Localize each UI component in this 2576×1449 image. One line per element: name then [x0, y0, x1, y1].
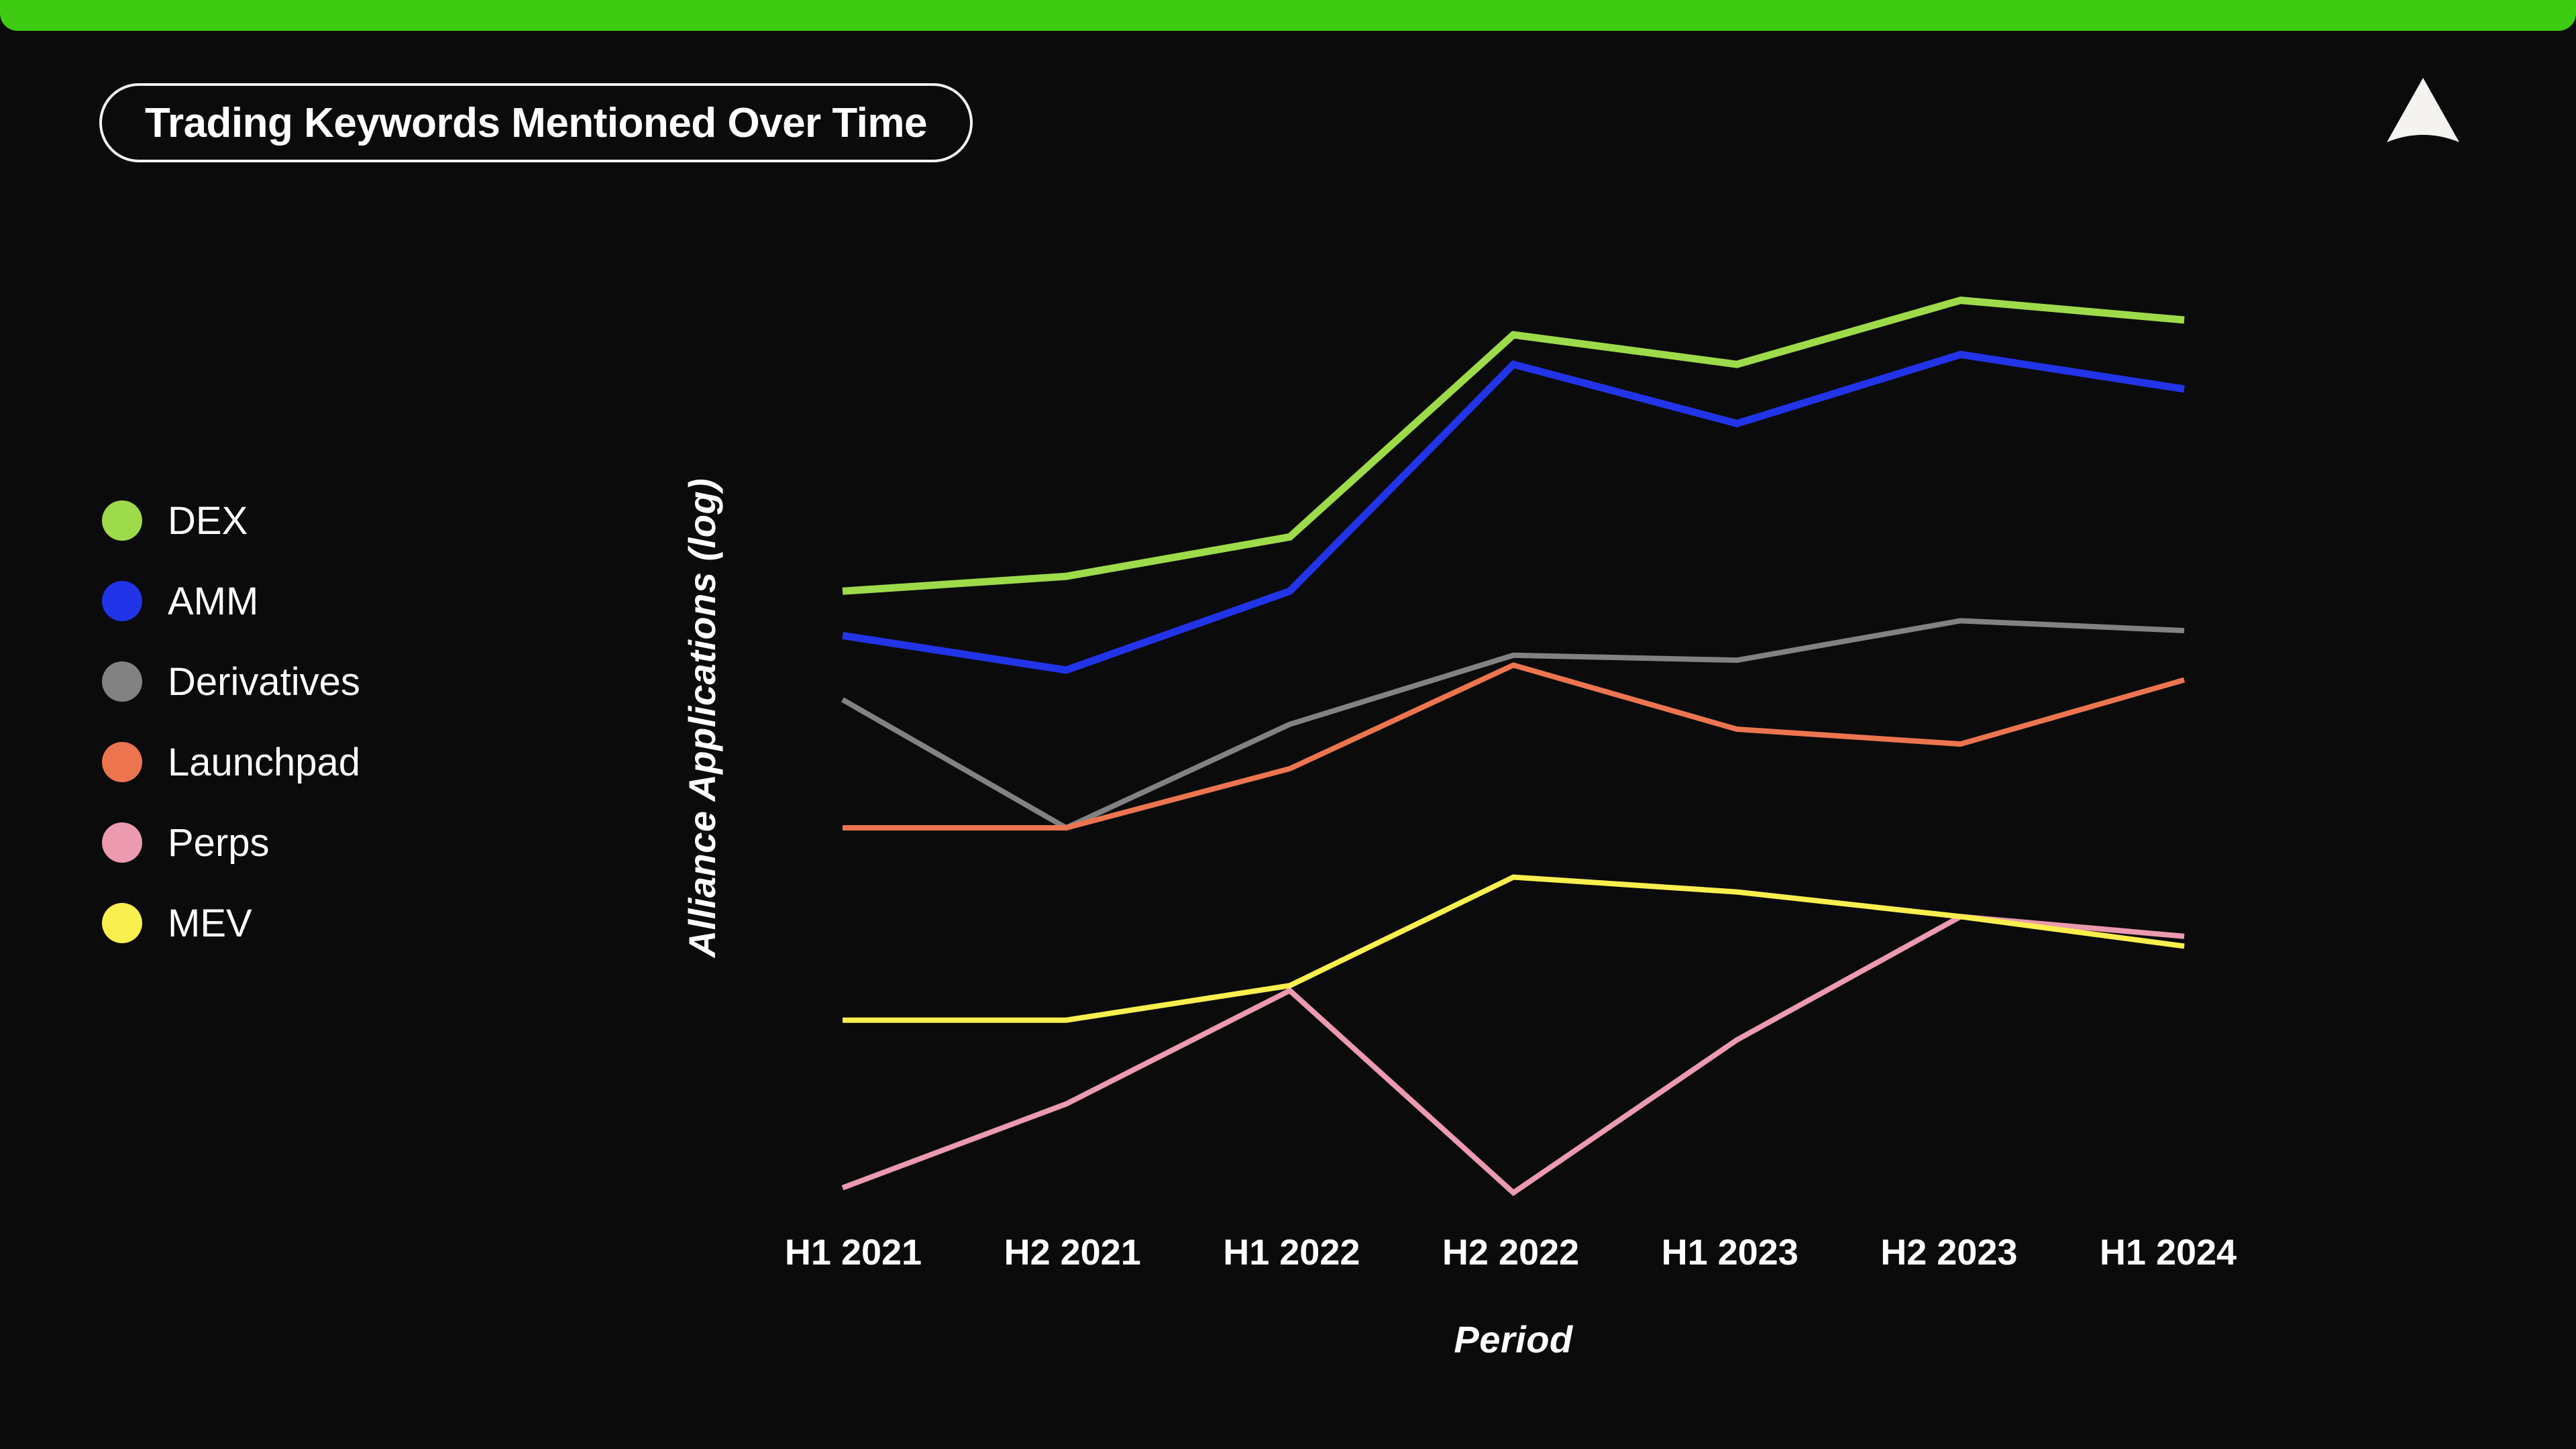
series-line-amm	[842, 350, 2185, 674]
legend-color-dot	[102, 581, 142, 621]
chart-title-pill: Trading Keywords Mentioned Over Time	[99, 83, 973, 162]
legend-item-label: MEV	[168, 901, 252, 945]
series-line-dex	[842, 297, 2185, 595]
x-axis-title: Period	[1454, 1318, 1573, 1360]
slide-canvas: Trading Keywords Mentioned Over Time DEX…	[0, 0, 2576, 1449]
legend-item[interactable]: Perps	[102, 802, 360, 883]
legend-item[interactable]: DEX	[102, 480, 360, 561]
series-line-mev	[843, 874, 2185, 1023]
legend-item[interactable]: AMM	[102, 561, 360, 641]
x-axis-tick-label: H2 2023	[1880, 1232, 2018, 1273]
legend-item-label: Perps	[168, 820, 270, 865]
legend-item[interactable]: Launchpad	[102, 722, 360, 802]
legend-item-label: DEX	[168, 498, 248, 543]
x-axis-tick-label: H1 2024	[2099, 1232, 2237, 1273]
top-accent-bar	[0, 0, 2576, 31]
legend-item-label: AMM	[168, 579, 259, 623]
page-title: Trading Keywords Mentioned Over Time	[145, 99, 928, 146]
legend-item[interactable]: MEV	[102, 883, 360, 963]
x-axis-tick-labels: H1 2021 H2 2021 H1 2022 H2 2022 H1 2023 H2 20…	[785, 1232, 2237, 1279]
legend-color-dot	[102, 903, 142, 943]
x-axis-tick-label: H1 2021	[784, 1232, 922, 1273]
x-axis-tick-label: H2 2022	[1442, 1232, 1580, 1273]
legend-color-dot	[102, 500, 142, 541]
legend-item-label: Launchpad	[168, 740, 361, 784]
legend-item[interactable]: Derivatives	[102, 641, 360, 722]
series-line-derivatives	[841, 618, 2185, 831]
legend-item-label: Derivatives	[168, 659, 360, 704]
legend-color-dot	[102, 822, 142, 863]
x-axis-tick-label: H2 2021	[1004, 1232, 1141, 1273]
series-line-launchpad	[843, 662, 2186, 831]
y-axis-title: Alliance Applications (log)	[680, 0, 724, 958]
line-chart-svg	[841, 297, 2186, 1197]
legend-color-dot	[102, 661, 142, 702]
y-axis-title-text: Alliance Applications (log)	[681, 478, 723, 958]
legend-color-dot	[102, 742, 142, 782]
series-line-perps	[841, 914, 2185, 1197]
alliance-triangle-logo-icon	[2383, 75, 2463, 149]
x-axis-tick-label: H1 2022	[1223, 1232, 1360, 1273]
x-axis-tick-label: H1 2023	[1661, 1232, 1799, 1273]
chart-legend: DEX AMM Derivatives Launchpad Perps MEV	[102, 480, 360, 963]
